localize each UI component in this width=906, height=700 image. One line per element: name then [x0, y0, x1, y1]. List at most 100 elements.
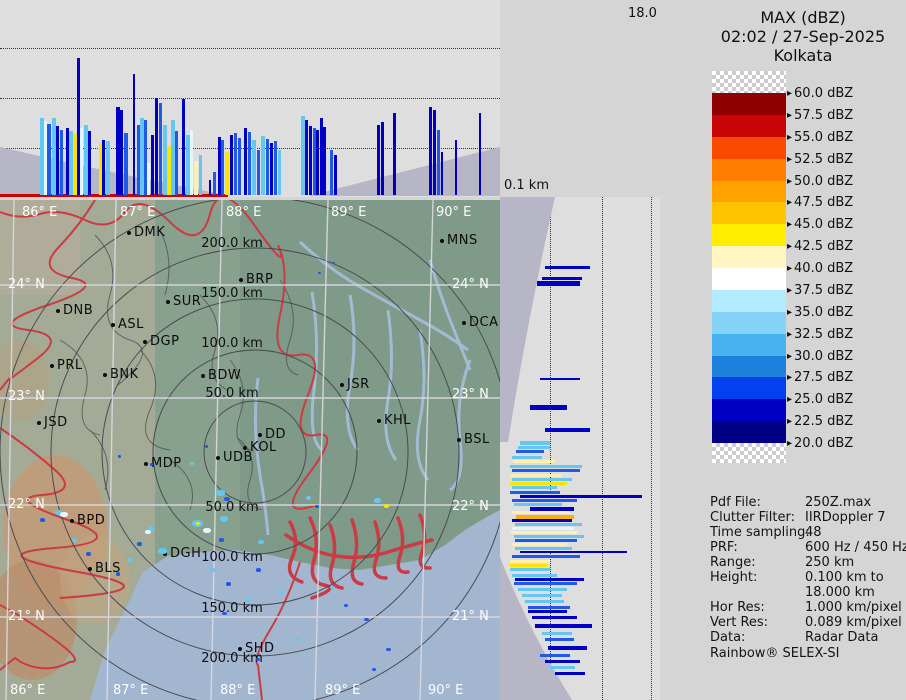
legend-tick-arrow: ▸ — [787, 306, 793, 318]
echo-bar — [512, 469, 580, 472]
longitude-label: 89° E — [331, 205, 367, 220]
legend-color-band — [712, 333, 786, 356]
legend-entry-label: 20.0 dBZ — [794, 436, 854, 451]
city-marker-dot — [239, 278, 243, 282]
city-label: KHL — [384, 413, 412, 428]
product-name: MAX (dBZ) — [760, 8, 846, 27]
legend-tick-arrow: ▸ — [787, 394, 793, 406]
echo-bar — [532, 616, 577, 619]
metadata-label: Vert Res: — [710, 615, 769, 630]
echo-bar — [540, 654, 570, 657]
echo-bar — [535, 624, 592, 628]
side-height-profile-panel — [500, 197, 660, 700]
radar-app-window: { "header": { "product": "MAX (dBZ)", "d… — [0, 0, 906, 700]
echo-bar — [510, 482, 567, 485]
metadata-label: Clutter Filter: — [710, 510, 795, 525]
range-ring-label: 50.0 km — [205, 386, 259, 401]
metadata-value: 250Z.max — [805, 495, 872, 510]
metadata-label: PRF: — [710, 540, 738, 555]
map-label-layer: 24° N 23° N 22° N 21° N 24° N 23° N 22° N 21° N… — [0, 200, 500, 700]
legend-tick-arrow: ▸ — [787, 88, 793, 99]
echo-bar — [516, 450, 544, 453]
echo-bar — [182, 99, 185, 195]
product-title-block: MAX (dBZ) 02:02 / 27-Sep-2025 Kolkata — [700, 8, 906, 65]
echo-bar — [512, 519, 572, 522]
city-label: MDP — [151, 456, 182, 471]
echo-bar — [514, 582, 577, 585]
radar-echo-blob — [224, 497, 230, 501]
city-label: KOL — [250, 440, 277, 455]
legend-color-band — [712, 421, 786, 443]
city-label: BPD — [77, 513, 106, 528]
top-height-profile-panel — [0, 0, 500, 197]
city-marker-dot — [258, 433, 262, 437]
legend-tick-arrow: ▸ — [787, 131, 793, 143]
legend-entry-label: 42.5 dBZ — [794, 239, 854, 255]
echo-bar — [316, 130, 319, 195]
city-marker-dot — [88, 567, 92, 571]
echo-bar — [124, 133, 128, 195]
latitude-label: 22° N — [8, 497, 45, 512]
legend-entry: ▸ 50.0 dBZ — [787, 174, 853, 189]
echo-bar — [159, 103, 162, 195]
latitude-label: 21° N — [452, 609, 489, 624]
echo-bar — [323, 127, 326, 195]
legend-entry-label: 40.0 dBZ — [794, 261, 854, 276]
echo-bar — [209, 180, 211, 195]
echo-bar — [60, 130, 63, 195]
echo-bar — [334, 155, 337, 195]
echo-bar — [455, 140, 457, 195]
echo-bar — [377, 125, 380, 195]
echo-bar — [175, 131, 178, 195]
latitude-label: 24° N — [452, 277, 489, 292]
legend-entry-label: 55.0 dBZ — [794, 129, 854, 145]
range-ring-label: 150.0 km — [201, 601, 263, 616]
city-marker-dot — [462, 321, 466, 325]
legend-tick-arrow: ▸ — [787, 328, 793, 340]
echo-bar — [520, 551, 627, 553]
echo-bar — [555, 672, 585, 675]
legend-entry: ▸ 30.0 dBZ — [787, 349, 853, 364]
echo-bar — [510, 491, 560, 494]
software-brand-label: Rainbow® SELEX-SI — [710, 646, 840, 661]
echo-bar — [537, 281, 580, 286]
radar-echo-blob — [318, 272, 321, 274]
radar-echo-blob — [72, 538, 77, 542]
legend-entry: ▸ 60.0 dBZ — [787, 86, 853, 101]
metadata-label: Hor Res: — [710, 600, 765, 615]
legend-entry: ▸ 32.5 dBZ — [787, 327, 853, 342]
legend-tick-arrow: ▸ — [787, 372, 793, 384]
radar-echo-blob — [386, 648, 391, 651]
echo-bar — [515, 578, 584, 581]
longitude-label: 86° E — [10, 683, 46, 698]
longitude-label: 90° E — [436, 205, 472, 220]
echo-bar — [221, 140, 224, 195]
legend-color-band — [712, 311, 786, 334]
city-label: DNB — [63, 303, 94, 318]
echo-bar — [510, 531, 577, 534]
echo-bar — [305, 120, 308, 195]
radar-echo-blob — [150, 463, 153, 466]
echo-bar — [520, 441, 550, 445]
radar-echo-blob — [364, 618, 369, 621]
radar-echo-blob — [374, 498, 381, 503]
metadata-label: Time sampling: — [710, 525, 810, 540]
echo-bar — [274, 141, 277, 195]
echo-bar — [545, 660, 580, 663]
radar-echo-blob — [222, 612, 227, 615]
echo-bar — [510, 568, 550, 571]
city-marker-dot — [457, 438, 461, 442]
echo-bar — [520, 495, 642, 498]
city-marker-dot — [144, 462, 148, 466]
echo-bar — [512, 543, 567, 546]
echo-bar — [194, 161, 198, 195]
legend-entry: ▸ 55.0 dBZ — [787, 130, 853, 145]
echo-bar — [518, 588, 567, 591]
city-label: PRL — [57, 358, 83, 373]
radar-echo-blob — [40, 518, 45, 522]
echo-bar — [88, 131, 91, 195]
metadata-value: 48 — [805, 525, 822, 540]
radar-echo-blob — [196, 522, 200, 525]
metadata-label: Range: — [710, 555, 756, 570]
echo-bar — [512, 574, 557, 577]
